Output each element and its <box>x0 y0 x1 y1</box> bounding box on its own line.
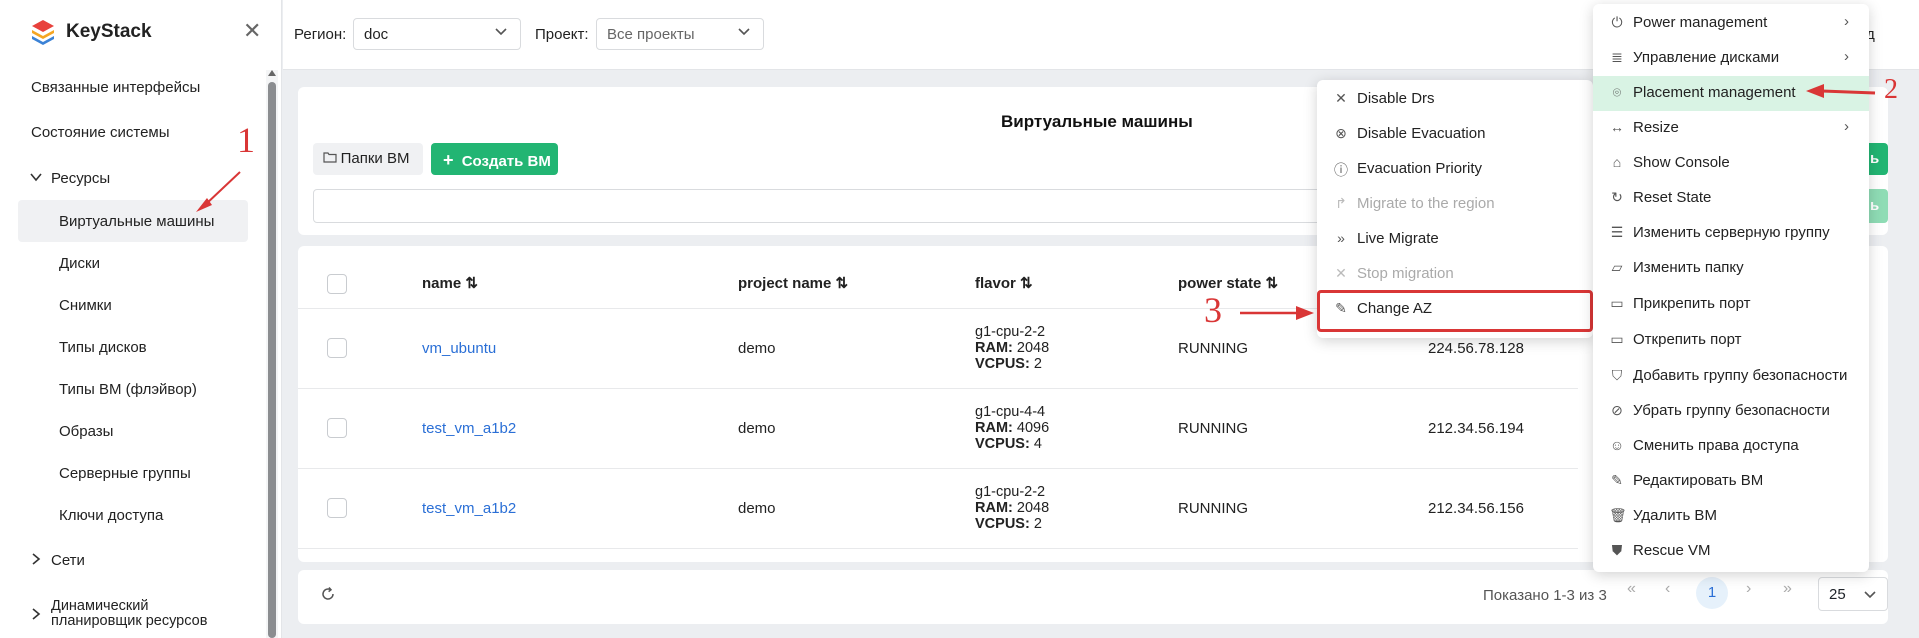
annotation-arrows <box>196 84 1876 320</box>
annotation-arrow-3 <box>1240 306 1314 320</box>
app-root: KeyStack ✕ Связанные интерфейсы Состояни… <box>0 0 1919 638</box>
annotation-arrow-1 <box>196 171 241 212</box>
annotation-arrow-2 <box>1806 84 1876 98</box>
